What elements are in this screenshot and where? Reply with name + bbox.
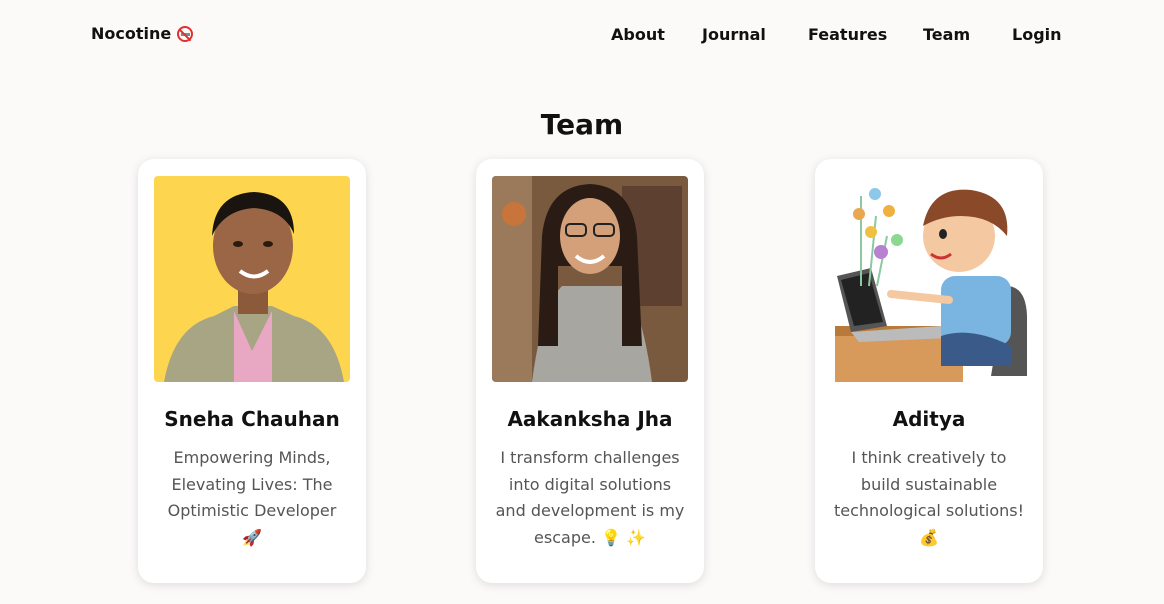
nav-link-team[interactable]: Team (923, 25, 970, 44)
team-card: Aakanksha Jha I transform challenges int… (476, 159, 704, 583)
member-photo (492, 176, 688, 382)
section-title: Team (540, 108, 624, 141)
nav-link-about[interactable]: About (611, 25, 665, 44)
nav-link-features[interactable]: Features (808, 25, 887, 44)
member-name: Sneha Chauhan (164, 407, 340, 431)
nav-link-journal[interactable]: Journal (702, 25, 766, 44)
nav-links: About Journal Features Team Login (0, 25, 1164, 49)
member-bio: I transform challenges into digital solu… (495, 448, 685, 547)
nav-link-login[interactable]: Login (1012, 25, 1062, 44)
member-name: Aditya (892, 407, 966, 431)
member-photo (154, 176, 350, 382)
team-card: Sneha Chauhan Empowering Minds, Elevatin… (138, 159, 366, 583)
team-card: Aditya I think creatively to build susta… (815, 159, 1043, 583)
member-name: Aakanksha Jha (507, 407, 673, 431)
member-bio: Empowering Minds, Elevating Lives: The O… (167, 448, 337, 547)
navbar: Nocotine About Journal Features Team Log… (0, 0, 1164, 70)
member-photo (831, 176, 1027, 382)
member-bio: I think creatively to build sustainable … (833, 448, 1025, 547)
